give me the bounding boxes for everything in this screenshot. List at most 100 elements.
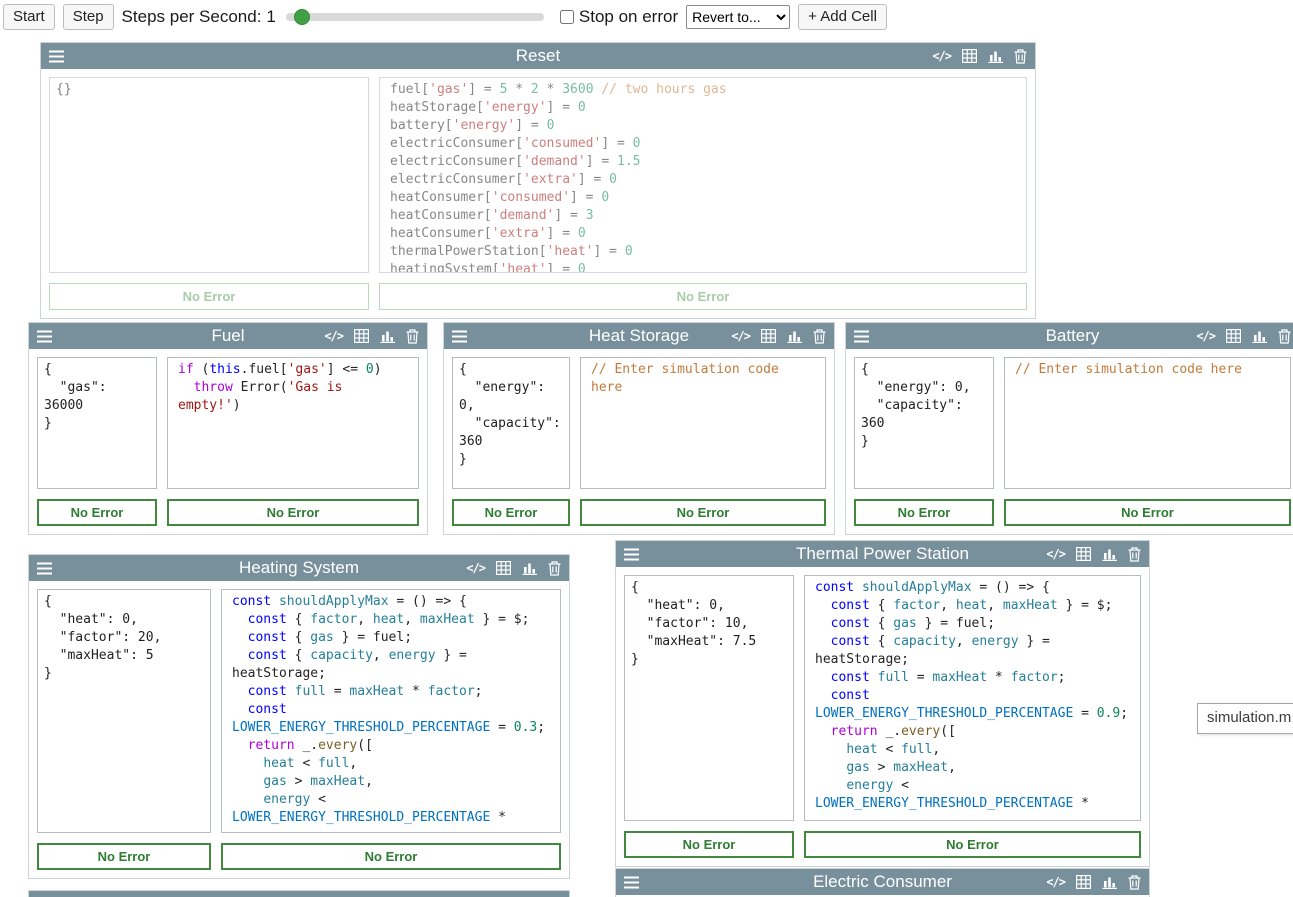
cell-header: Reset </> <box>41 43 1035 69</box>
cell-header: Heat Storage </> <box>444 323 834 349</box>
cell-partial <box>28 890 570 897</box>
state-editor[interactable]: { "energy": 0, "capacity": 360 } <box>452 357 570 489</box>
cell-body: { "gas": 36000 } if (this.fuel['gas'] <=… <box>29 349 427 534</box>
toolbar: Start Step Steps per Second:1 Stop on er… <box>0 0 1293 34</box>
slider-track <box>286 13 544 21</box>
cell-header <box>29 891 569 897</box>
drag-handle-icon[interactable] <box>37 562 52 575</box>
drag-handle-icon[interactable] <box>452 330 467 343</box>
state-status: No Error <box>854 499 994 526</box>
code-view-icon[interactable]: </> <box>731 329 750 343</box>
cell-body: {} fuel['gas'] = 5 * 2 * 3600 // two hou… <box>41 69 1035 318</box>
steps-per-second-value: 1 <box>266 7 275 27</box>
delete-cell-icon[interactable] <box>1014 49 1027 64</box>
app-root: Start Step Steps per Second:1 Stop on er… <box>0 0 1293 897</box>
code-view-icon[interactable]: </> <box>1046 547 1065 561</box>
state-editor[interactable]: { "energy": 0, "capacity": 360 } <box>854 357 994 489</box>
table-view-icon[interactable] <box>496 561 511 575</box>
header-actions: </> <box>466 555 561 581</box>
header-actions: </> <box>932 43 1027 69</box>
cell-heating-system: Heating System </> { "heat": 0, "factor"… <box>28 554 570 879</box>
chart-view-icon[interactable] <box>1102 875 1117 889</box>
table-view-icon[interactable] <box>1226 329 1241 343</box>
code-status: No Error <box>167 499 419 526</box>
code-status: No Error <box>1004 499 1291 526</box>
table-view-icon[interactable] <box>354 329 369 343</box>
code-view-icon[interactable]: </> <box>324 329 343 343</box>
code-editor[interactable]: fuel['gas'] = 5 * 2 * 3600 // two hours … <box>379 77 1027 273</box>
cell-body: { "energy": 0, "capacity": 360 } // Ente… <box>846 349 1293 534</box>
cell-body: { "energy": 0, "capacity": 360 } // Ente… <box>444 349 834 534</box>
cell-heat-storage: Heat Storage </> { "energy": 0, "capacit… <box>443 322 835 535</box>
chart-view-icon[interactable] <box>1102 547 1117 561</box>
delete-cell-icon[interactable] <box>1278 329 1291 344</box>
state-status: No Error <box>452 499 570 526</box>
table-view-icon[interactable] <box>1076 875 1091 889</box>
code-editor[interactable]: // Enter simulation code here <box>1004 357 1291 489</box>
table-view-icon[interactable] <box>1076 547 1091 561</box>
code-view-icon[interactable]: </> <box>1196 329 1215 343</box>
file-tooltip: simulation.m <box>1197 703 1293 734</box>
state-editor[interactable]: { "gas": 36000 } <box>37 357 157 489</box>
cell-header: Electric Consumer </> <box>616 869 1149 895</box>
delete-cell-icon[interactable] <box>813 329 826 344</box>
cell-battery: Battery </> { "energy": 0, "capacity": 3… <box>845 322 1293 535</box>
code-editor[interactable]: // Enter simulation code here <box>580 357 826 489</box>
code-status: No Error <box>580 499 826 526</box>
code-status: No Error <box>221 843 561 870</box>
code-editor[interactable]: const shouldApplyMax = () => { const { f… <box>221 589 561 833</box>
header-actions: </> <box>731 323 826 349</box>
cell-electric-consumer: Electric Consumer </> <box>615 868 1150 897</box>
delete-cell-icon[interactable] <box>406 329 419 344</box>
step-button[interactable]: Step <box>63 4 114 30</box>
stop-on-error-control: Stop on error <box>560 7 678 27</box>
delete-cell-icon[interactable] <box>1128 547 1141 562</box>
table-view-icon[interactable] <box>962 49 977 63</box>
code-status: No Error <box>804 831 1141 858</box>
header-actions: </> <box>1046 869 1141 895</box>
state-status: No Error <box>49 283 369 310</box>
table-view-icon[interactable] <box>761 329 776 343</box>
cell-header: Battery </> <box>846 323 1293 349</box>
stop-on-error-checkbox[interactable] <box>560 10 574 24</box>
slider-thumb[interactable] <box>294 9 310 25</box>
chart-view-icon[interactable] <box>380 329 395 343</box>
chart-view-icon[interactable] <box>522 561 537 575</box>
code-editor[interactable]: if (this.fuel['gas'] <= 0) throw Error('… <box>167 357 419 489</box>
drag-handle-icon[interactable] <box>49 50 64 63</box>
chart-view-icon[interactable] <box>1252 329 1267 343</box>
code-editor[interactable]: const shouldApplyMax = () => { const { f… <box>804 575 1141 821</box>
header-actions: </> <box>1046 541 1141 567</box>
code-view-icon[interactable]: </> <box>466 561 485 575</box>
add-cell-button[interactable]: + Add Cell <box>798 4 887 30</box>
cell-header: Fuel </> <box>29 323 427 349</box>
stop-on-error-label: Stop on error <box>579 7 678 27</box>
code-view-icon[interactable]: </> <box>1046 875 1065 889</box>
delete-cell-icon[interactable] <box>1128 875 1141 890</box>
drag-handle-icon[interactable] <box>624 548 639 561</box>
code-view-icon[interactable]: </> <box>932 49 951 63</box>
drag-handle-icon[interactable] <box>624 876 639 889</box>
delete-cell-icon[interactable] <box>548 561 561 576</box>
state-status: No Error <box>37 499 157 526</box>
steps-slider[interactable] <box>286 8 544 26</box>
drag-handle-icon[interactable] <box>37 330 52 343</box>
start-button[interactable]: Start <box>3 4 55 30</box>
cell-header: Thermal Power Station </> <box>616 541 1149 567</box>
steps-per-second-text: Steps per Second: <box>122 7 262 27</box>
header-actions: </> <box>324 323 419 349</box>
state-editor[interactable]: { "heat": 0, "factor": 10, "maxHeat": 7.… <box>624 575 794 821</box>
chart-view-icon[interactable] <box>988 49 1003 63</box>
cell-header: Heating System </> <box>29 555 569 581</box>
drag-handle-icon[interactable] <box>854 330 869 343</box>
state-editor[interactable]: { "heat": 0, "factor": 20, "maxHeat": 5 … <box>37 589 211 833</box>
chart-view-icon[interactable] <box>787 329 802 343</box>
state-editor[interactable]: {} <box>49 77 369 273</box>
steps-per-second-label: Steps per Second:1 <box>122 7 276 27</box>
state-status: No Error <box>624 831 794 858</box>
cell-thermal-power-station: Thermal Power Station </> { "heat": 0, "… <box>615 540 1150 867</box>
revert-select[interactable]: Revert to... <box>686 5 790 29</box>
cell-title: Reset <box>41 46 1035 66</box>
code-status: No Error <box>379 283 1027 310</box>
cell-body: { "heat": 0, "factor": 20, "maxHeat": 5 … <box>29 581 569 878</box>
